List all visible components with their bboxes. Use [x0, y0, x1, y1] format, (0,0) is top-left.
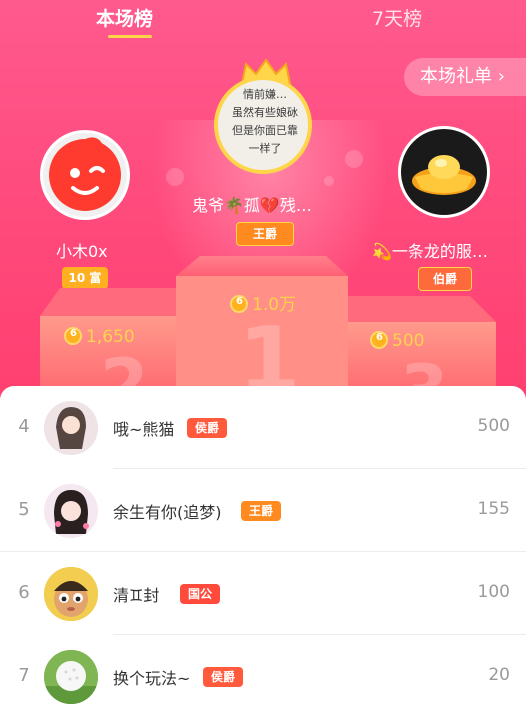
leaderboard-header: 本场榜 7天榜 本场礼单 › 小木0x 10 富 情前嫌… 虽然有些娘砅 但是你…: [0, 0, 526, 420]
ranking-list: 4 哦~熊猫 侯爵 500 5 余生有你(追梦) 王爵 155 6 清♊封 国公…: [0, 386, 526, 716]
list-item[interactable]: 6 清♊封 国公 100: [0, 552, 526, 634]
user-portrait-icon: [44, 401, 98, 455]
avatar[interactable]: [44, 484, 98, 538]
contribution-value: 155: [477, 499, 510, 519]
contribution-value: 20: [488, 665, 510, 685]
rank-badge: 王爵: [241, 501, 282, 521]
contribution-value: 100: [477, 582, 510, 602]
avatar-second-place[interactable]: [40, 130, 130, 220]
second-place-score: 1,650: [64, 327, 135, 347]
third-place-score: 500: [370, 331, 424, 351]
avatar[interactable]: [44, 650, 98, 704]
active-tab-indicator: [108, 35, 152, 38]
rank-number: 5: [18, 499, 30, 520]
gold-ingot-icon: [412, 155, 476, 195]
bokeh-dot: [166, 168, 184, 186]
second-place-score-value: 1,650: [86, 327, 135, 347]
coin-icon: [230, 295, 248, 313]
avatar[interactable]: [44, 401, 98, 455]
golf-ball-icon: [44, 650, 98, 704]
avatar-first-place[interactable]: 情前嫌… 虽然有些娘砅 但是你面已靠 一样了: [214, 76, 312, 174]
avatar-third-place[interactable]: [398, 126, 490, 218]
user-name: 清♊封: [113, 586, 160, 605]
avatar-face-icon: [49, 137, 121, 211]
tab-this-session[interactable]: 本场榜: [96, 4, 153, 31]
cartoon-character-icon: [44, 567, 98, 621]
rank-number: 6: [18, 582, 30, 603]
user-portrait-icon: [44, 484, 98, 538]
first-place-rank-badge: 王爵: [236, 222, 294, 246]
bokeh-dot: [324, 176, 334, 186]
first-place-avatar-text: 情前嫌… 虽然有些娘砅 但是你面已靠 一样了: [232, 88, 298, 155]
user-name: 哦~熊猫: [113, 420, 175, 439]
contribution-value: 500: [477, 416, 510, 436]
rank-number: 7: [18, 665, 30, 686]
coin-icon: [64, 327, 82, 345]
rank-number: 4: [18, 416, 30, 437]
tab-7-days[interactable]: 7天榜: [372, 4, 422, 31]
bokeh-dot: [345, 150, 363, 168]
list-item[interactable]: 4 哦~熊猫 侯爵 500: [0, 386, 526, 468]
rank-badge: 侯爵: [187, 418, 228, 438]
avatar[interactable]: [44, 567, 98, 621]
gift-list-button[interactable]: 本场礼单 ›: [404, 58, 526, 96]
rank-badge: 国公: [180, 584, 221, 604]
list-item[interactable]: 5 余生有你(追梦) 王爵 155: [0, 469, 526, 551]
list-item[interactable]: 7 换个玩法~ 侯爵 20: [0, 635, 526, 717]
rank-badge: 侯爵: [203, 667, 244, 687]
first-place-score: 1.0万: [230, 290, 296, 315]
tab-bar: 本场榜 7天榜: [0, 0, 526, 48]
user-name: 换个玩法~: [113, 669, 191, 688]
first-place-score-value: 1.0万: [252, 295, 297, 315]
user-name: 余生有你(追梦): [113, 503, 222, 522]
coin-icon: [370, 331, 388, 349]
first-place-name: 鬼爷🌴孤💔残…: [192, 196, 312, 215]
third-place-score-value: 500: [392, 331, 425, 351]
